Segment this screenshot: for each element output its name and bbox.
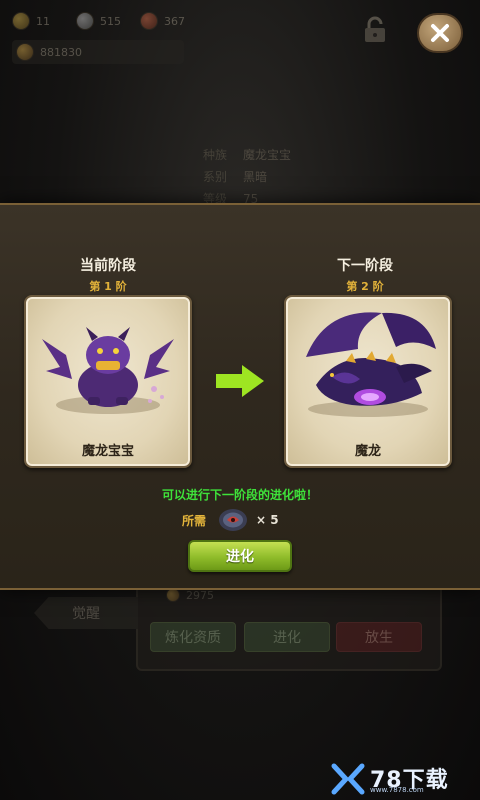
- watermark-url: www.7878.com: [370, 786, 424, 794]
- dragon-icon: [306, 312, 436, 417]
- gem-value: 367: [164, 14, 185, 28]
- info-element: 系别 黑暗: [203, 170, 268, 184]
- silver-counter: 515: [76, 10, 121, 32]
- current-pet-card: 魔龙宝宝: [24, 295, 192, 468]
- info-race: 种族 魔龙宝宝: [203, 148, 292, 162]
- pet-power: 2975: [166, 588, 214, 602]
- baby-dragon-icon: [42, 327, 174, 414]
- next-pet-name: 魔龙: [354, 444, 381, 459]
- next-pet-card: 魔龙: [284, 295, 452, 468]
- evolution-stone-icon: [219, 509, 248, 531]
- close-button[interactable]: [417, 13, 463, 53]
- power-small-icon: [166, 588, 180, 602]
- refine-button[interactable]: 炼化资质: [150, 622, 236, 652]
- gold-counter: 11: [12, 10, 50, 32]
- release-button[interactable]: 放生: [336, 622, 422, 652]
- gold-value: 11: [36, 14, 50, 28]
- gem-counter: 367: [140, 10, 185, 32]
- current-stage-number: 第 1 阶: [89, 280, 127, 293]
- next-stage-title: 下一阶段: [337, 258, 393, 274]
- gem-icon: [140, 12, 158, 30]
- tab-awaken[interactable]: 觉醒: [34, 597, 138, 629]
- silver-value: 515: [100, 14, 121, 28]
- arrow-right-icon: [216, 365, 264, 397]
- next-stage-number: 第 2 阶: [346, 280, 384, 293]
- gold-coin-icon: [12, 12, 30, 30]
- power-value: 881830: [40, 45, 82, 59]
- x-logo-icon: [331, 763, 365, 795]
- evolution-dialog: 当前阶段 第 1 阶 下一阶段 第 2 阶 魔龙宝宝 魔龙 可以进行下一阶段的进…: [0, 203, 480, 590]
- close-icon: [431, 24, 449, 42]
- current-pet-name: 魔龙宝宝: [81, 444, 134, 459]
- power-icon: [16, 43, 34, 61]
- site-watermark: 78下载 www.7878.com: [330, 762, 476, 796]
- silver-coin-icon: [76, 12, 94, 30]
- requirement-label: 所需: [182, 513, 207, 528]
- current-stage-title: 当前阶段: [80, 258, 136, 274]
- evolve-button[interactable]: 进化: [188, 540, 292, 572]
- requirement-count: × 5: [256, 513, 279, 527]
- power-counter: 881830: [12, 40, 184, 64]
- evolve-hint: 可以进行下一阶段的进化啦！: [161, 488, 318, 502]
- requirement-row: 所需 × 5: [182, 506, 279, 534]
- evolve-panel-button[interactable]: 进化: [244, 622, 330, 652]
- unlock-icon[interactable]: [360, 15, 390, 45]
